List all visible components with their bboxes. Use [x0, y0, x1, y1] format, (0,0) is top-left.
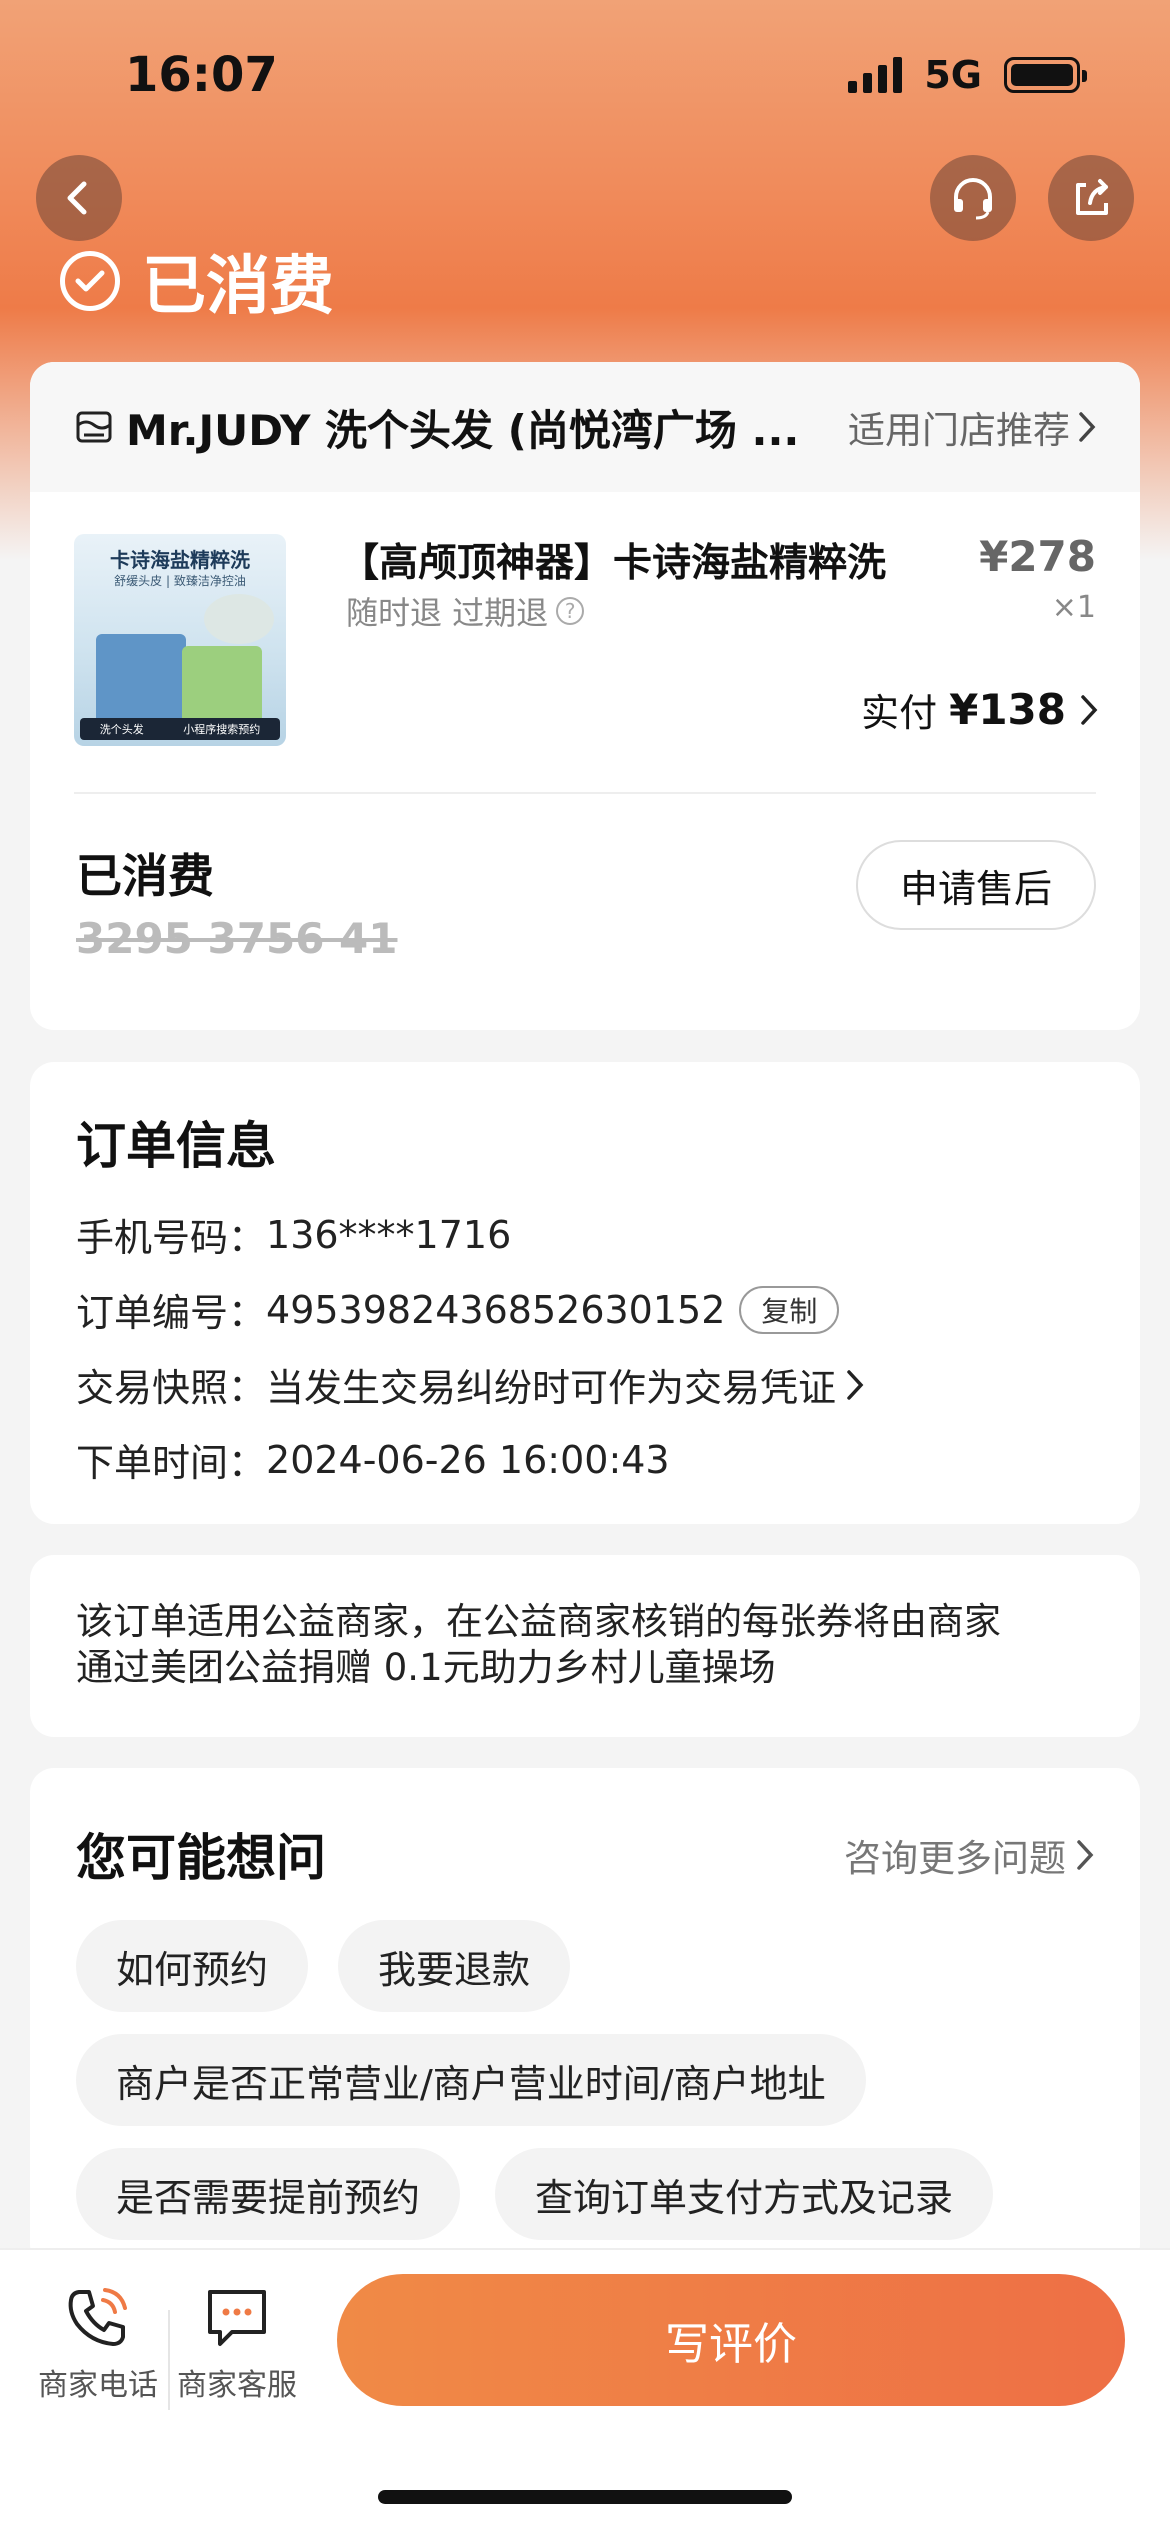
chevron-right-icon — [1077, 1840, 1094, 1870]
merchant-phone-label: 商家电话 — [38, 2368, 158, 2403]
more-questions-link[interactable]: 咨询更多问题 — [844, 1828, 1096, 1882]
product-row[interactable]: 卡诗海盐精粹洗 舒缓头皮 | 致臻洁净控油 洗个头发 小程序搜索预约 【高颅顶神… — [30, 492, 1140, 792]
status-time: 16:07 — [125, 47, 278, 103]
store-row[interactable]: Mr.JUDY 洗个头发 (尚悦湾广场 ... 适用门店推荐 — [30, 362, 1140, 492]
phone-label: 手机号码： — [76, 1216, 267, 1260]
status-title-text: 已消费 — [142, 250, 334, 324]
more-questions-label: 咨询更多问题 — [844, 1837, 1066, 1880]
charity-line-2: 通过美团公益捐赠 0.1元助力乡村儿童操场 — [76, 1646, 776, 1689]
order-time-label: 下单时间： — [76, 1441, 267, 1485]
chevron-right-icon — [847, 1369, 864, 1400]
write-review-button[interactable]: 写评价 — [337, 2274, 1125, 2406]
thumb-bar-left: 洗个头发 — [99, 723, 144, 736]
status-indicators: 5G — [848, 53, 1087, 97]
chat-icon — [208, 2290, 266, 2346]
refund-tags: 随时退 过期退 — [346, 594, 549, 632]
customer-service-button[interactable] — [930, 155, 1016, 241]
charity-notice-card: 该订单适用公益商家，在公益商家核销的每张券将由商家 通过美团公益捐赠 0.1元助… — [30, 1555, 1140, 1737]
home-indicator[interactable] — [378, 2490, 792, 2504]
merchant-service-label: 商家客服 — [177, 2368, 297, 2403]
product-tags: 随时退 过期退 ? — [346, 588, 585, 634]
order-number-label: 订单编号： — [76, 1291, 267, 1335]
copy-button[interactable]: 复制 — [739, 1285, 840, 1334]
paid-label: 实付 — [861, 691, 938, 735]
voucher-code: 3295 3756 41 — [76, 914, 398, 963]
thumb-title: 卡诗海盐精粹洗 — [110, 548, 250, 572]
paid-amount[interactable]: 实付 ¥138 — [861, 682, 1100, 737]
product-quantity: ×1 — [1051, 590, 1096, 625]
thumb-bar-right: 小程序搜索预约 — [183, 723, 261, 736]
faq-chip-how-to-book[interactable]: 如何预约 — [76, 1920, 309, 2012]
order-info-title: 订单信息 — [76, 1117, 276, 1175]
charity-line-1: 该订单适用公益商家，在公益商家核销的每张券将由商家 — [76, 1600, 1001, 1643]
faq-chip-need-reservation[interactable]: 是否需要提前预约 — [76, 2148, 461, 2240]
product-card: Mr.JUDY 洗个头发 (尚悦湾广场 ... 适用门店推荐 卡诗海盐精粹洗 舒… — [30, 362, 1140, 1030]
separator — [168, 2310, 170, 2410]
order-time-value: 2024-06-26 16:00:43 — [266, 1437, 670, 1482]
order-time-line: 下单时间： 2024-06-26 16:00:43 — [76, 1432, 670, 1487]
phone-value: 136****1716 — [266, 1212, 512, 1257]
order-info-card: 订单信息 手机号码： 136****1716 订单编号： 49539824368… — [30, 1062, 1140, 1524]
status-bar: 16:07 5G — [0, 0, 1170, 150]
order-number-line: 订单编号： 4953982436852630152 复制 — [76, 1282, 840, 1337]
thumb-bar: 洗个头发 小程序搜索预约 — [80, 718, 280, 740]
check-circle-icon — [60, 251, 120, 311]
paid-value: ¥138 — [949, 685, 1066, 734]
faq-chip-business-hours[interactable]: 商户是否正常营业/商户营业时间/商户地址 — [76, 2034, 866, 2126]
faq-chip-refund[interactable]: 我要退款 — [338, 1920, 571, 2012]
order-number-value: 4953982436852630152 — [266, 1287, 726, 1332]
voucher-row: 已消费 3295 3756 41 申请售后 — [30, 794, 1140, 1026]
voucher-status: 已消费 — [76, 849, 214, 903]
applicable-stores-link[interactable]: 适用门店推荐 — [848, 400, 1098, 454]
headset-icon — [954, 178, 992, 220]
snapshot-line[interactable]: 交易快照： 当发生交易纠纷时可作为交易凭证 — [76, 1357, 866, 1412]
chevron-right-icon — [1079, 412, 1096, 442]
product-price: ¥278 — [979, 532, 1096, 581]
share-button[interactable] — [1048, 155, 1134, 241]
back-button[interactable] — [36, 155, 122, 241]
snapshot-label: 交易快照： — [76, 1366, 267, 1410]
phone-line: 手机号码： 136****1716 — [76, 1207, 511, 1262]
signal-icon — [848, 57, 903, 93]
order-status-title: 已消费 — [60, 235, 334, 327]
snapshot-value: 当发生交易纠纷时可作为交易凭证 — [266, 1366, 837, 1410]
after-sale-button[interactable]: 申请售后 — [856, 840, 1096, 930]
product-title: 【高颅顶神器】卡诗海盐精粹洗 — [340, 541, 887, 586]
share-icon — [1076, 179, 1108, 215]
store-icon — [76, 411, 112, 443]
network-label: 5G — [924, 53, 982, 97]
merchant-service-button[interactable]: 商家客服 — [172, 2282, 302, 2404]
merchant-phone-button[interactable]: 商家电话 — [33, 2282, 163, 2404]
back-icon — [67, 181, 87, 215]
faq-card: 您可能想问 咨询更多问题 如何预约 我要退款 商户是否正常营业/商户营业时间/商… — [30, 1768, 1140, 2268]
applicable-stores-label: 适用门店推荐 — [848, 409, 1070, 452]
thumb-subtitle: 舒缓头皮 | 致臻洁净控油 — [114, 574, 246, 588]
faq-title: 您可能想问 — [76, 1829, 326, 1887]
faq-chip-payment-records[interactable]: 查询订单支付方式及记录 — [495, 2148, 994, 2240]
store-name: Mr.JUDY 洗个头发 (尚悦湾广场 ... — [126, 405, 800, 455]
help-icon[interactable]: ? — [556, 597, 585, 625]
chevron-right-icon — [1081, 694, 1098, 725]
battery-icon — [1004, 57, 1087, 93]
product-thumbnail: 卡诗海盐精粹洗 舒缓头皮 | 致臻洁净控油 洗个头发 小程序搜索预约 — [74, 534, 286, 746]
phone-icon — [68, 2288, 127, 2346]
